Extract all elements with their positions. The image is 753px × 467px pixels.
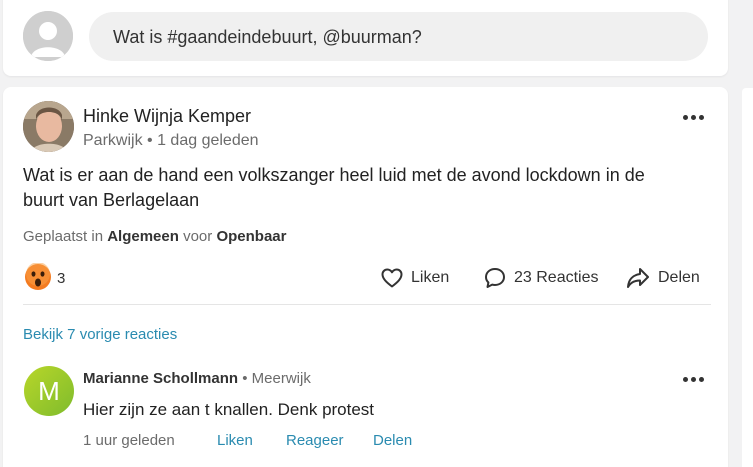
comment-avatar-initial: M	[38, 375, 60, 406]
share-label: Delen	[658, 269, 700, 286]
author-name[interactable]: Hinke Wijnja Kemper	[83, 106, 251, 127]
divider	[23, 304, 711, 305]
comment-author[interactable]: Marianne Schollmann	[83, 370, 238, 387]
post-time[interactable]: 1 dag geleden	[157, 132, 258, 149]
heart-outline-icon	[381, 268, 403, 288]
previous-comments-link[interactable]: Bekijk 7 vorige reacties	[23, 326, 177, 343]
placement-prefix: Geplaatst in	[23, 228, 104, 245]
user-avatar-placeholder[interactable]	[23, 11, 73, 61]
default-user-icon	[23, 11, 73, 61]
author-meta: Parkwijk • 1 dag geleden	[83, 132, 259, 150]
comment-more-icon[interactable]	[679, 369, 707, 389]
comments-button[interactable]: 23 Reacties	[484, 266, 599, 290]
placement-mid: voor	[183, 228, 213, 245]
right-panel-edge	[736, 0, 753, 467]
author-avatar[interactable]	[23, 101, 74, 152]
comment-reply-button[interactable]: Reageer	[286, 432, 344, 449]
comment-separator: •	[238, 370, 252, 387]
compose-card: Wat is #gaandeindebuurt, @buurman?	[3, 0, 728, 76]
right-card-edge	[742, 88, 753, 467]
author-neighbourhood[interactable]: Parkwijk	[83, 132, 143, 149]
share-button[interactable]: Delen	[626, 266, 700, 290]
post-category[interactable]: Algemeen	[107, 228, 179, 245]
share-arrow-icon	[627, 268, 649, 288]
post-body: Wat is er aan de hand een volkszanger he…	[23, 165, 645, 210]
reaction-count[interactable]: 3	[57, 270, 65, 287]
post-card: Hinke Wijnja Kemper Parkwijk • 1 dag gel…	[3, 87, 728, 467]
compose-input[interactable]: Wat is #gaandeindebuurt, @buurman?	[89, 12, 708, 61]
comment-text: Hier zijn ze aan t knallen. Denk protest	[83, 400, 375, 419]
comment-author-line: Marianne Schollmann • Meerwijk	[83, 370, 311, 387]
comment-like-button[interactable]: Liken	[217, 432, 253, 449]
author-photo	[23, 101, 74, 152]
comments-label: 23 Reacties	[514, 269, 599, 286]
like-button[interactable]: Liken	[381, 266, 449, 290]
speech-bubble-icon	[485, 268, 505, 288]
meta-separator: •	[147, 132, 153, 149]
compose-placeholder: Wat is #gaandeindebuurt, @buurman?	[113, 27, 422, 47]
post-audience[interactable]: Openbaar	[216, 228, 286, 245]
post-placement: Geplaatst in Algemeen voor Openbaar	[23, 228, 286, 245]
comment-time: 1 uur geleden	[83, 432, 175, 449]
comment-avatar[interactable]: M	[24, 366, 74, 416]
surprised-face-icon[interactable]	[24, 262, 52, 291]
like-label: Liken	[411, 269, 450, 286]
comment-location[interactable]: Meerwijk	[252, 370, 311, 387]
comment-share-button[interactable]: Delen	[373, 432, 412, 449]
post-more-icon[interactable]	[679, 107, 707, 127]
